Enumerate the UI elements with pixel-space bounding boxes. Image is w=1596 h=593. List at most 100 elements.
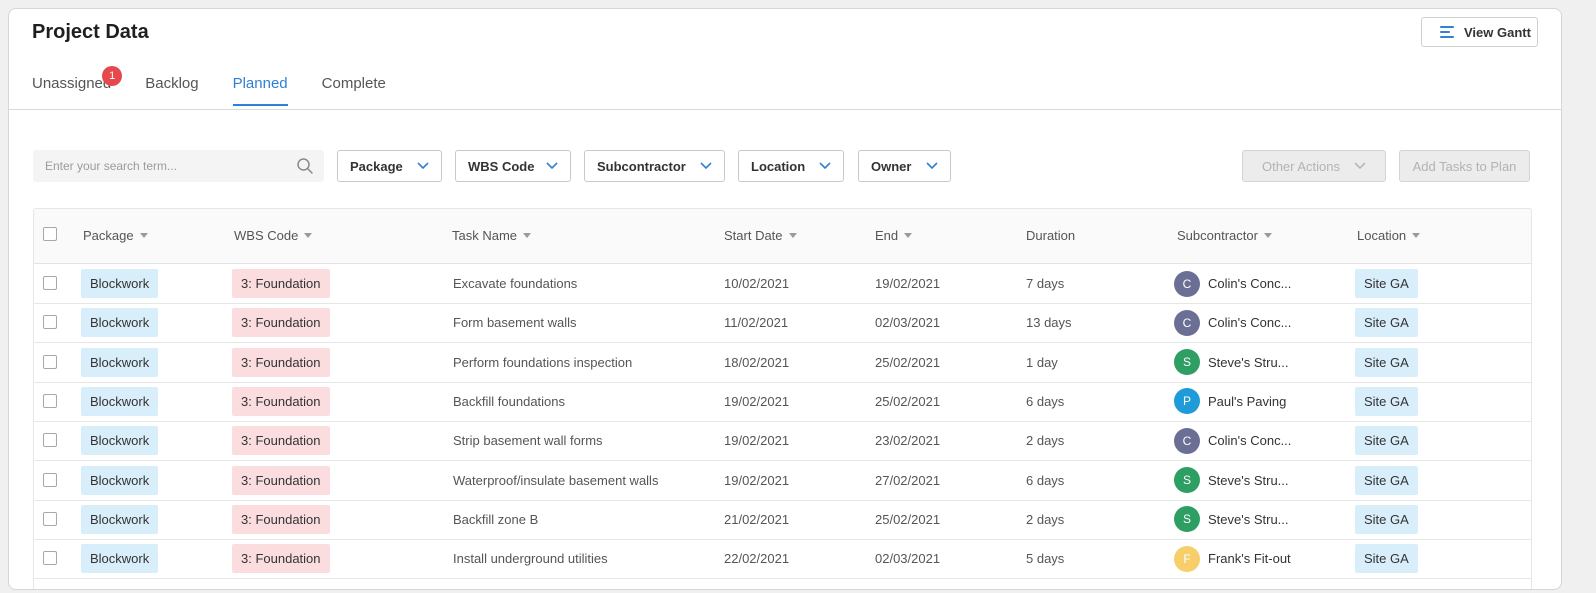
end-date-cell: 25/02/2021 bbox=[875, 511, 941, 527]
column-header-task-name[interactable]: Task Name bbox=[452, 228, 532, 243]
start-date-cell: 22/02/2021 bbox=[724, 551, 790, 567]
wbs-code-tag[interactable]: 3: Foundation bbox=[232, 269, 330, 298]
tab-label: Backlog bbox=[145, 75, 199, 92]
package-tag[interactable]: Blockwork bbox=[81, 386, 159, 416]
tab-planned[interactable]: Planned bbox=[232, 75, 288, 106]
task-name-cell[interactable]: Strip basement wall forms bbox=[453, 421, 603, 460]
row-checkbox[interactable] bbox=[43, 276, 57, 290]
row-checkbox[interactable] bbox=[43, 551, 57, 566]
package-tag[interactable]: Blockwork bbox=[81, 308, 159, 338]
row-checkbox[interactable] bbox=[43, 433, 57, 448]
start-date-cell: 19/02/2021 bbox=[724, 393, 790, 409]
wbs-code-tag[interactable]: 3: Foundation bbox=[232, 504, 330, 534]
duration-cell: 2 days bbox=[1026, 511, 1065, 527]
tab-backlog[interactable]: Backlog bbox=[145, 75, 198, 106]
subcontractor-cell[interactable]: S Steve's Stru... bbox=[1174, 500, 1289, 539]
package-tag[interactable]: Blockwork bbox=[81, 504, 159, 534]
subcontractor-name: Colin's Conc... bbox=[1208, 315, 1292, 331]
column-header-package[interactable]: Package bbox=[83, 228, 148, 243]
package-cell: Blockwork bbox=[81, 421, 159, 460]
column-header-end[interactable]: End bbox=[875, 228, 913, 243]
location-tag[interactable]: Site GA bbox=[1355, 308, 1418, 338]
column-header-location[interactable]: Location bbox=[1357, 228, 1421, 243]
subcontractor-name: Frank's Fit-out bbox=[1208, 551, 1291, 567]
column-label: WBS Code bbox=[234, 228, 299, 243]
tab-unassigned[interactable]: Unassigned 1 bbox=[32, 66, 123, 106]
table-row[interactable]: Blockwork 3: Foundation Form basement wall… bbox=[34, 303, 1531, 344]
package-tag[interactable]: Blockwork bbox=[81, 465, 159, 495]
table-row[interactable]: Blockwork 3: Foundation Strip basement wal… bbox=[34, 421, 1531, 462]
package-tag[interactable]: Blockwork bbox=[81, 347, 159, 377]
wbs-code-tag[interactable]: 3: Foundation bbox=[232, 465, 330, 495]
table-row[interactable]: Blockwork 3: Foundation Backfill foundatio… bbox=[34, 382, 1531, 422]
subcontractor-cell[interactable]: C Colin's Conc... bbox=[1174, 421, 1291, 460]
column-label: Subcontractor bbox=[1177, 228, 1258, 243]
subcontractor-cell[interactable]: C Colin's Conc... bbox=[1174, 264, 1291, 303]
wbs-code-tag[interactable]: 3: Foundation bbox=[232, 347, 330, 377]
column-label: Location bbox=[1357, 228, 1407, 243]
wbs-code-tag[interactable]: 3: Foundation bbox=[232, 386, 330, 416]
row-checkbox[interactable] bbox=[43, 511, 57, 526]
sort-caret-icon bbox=[304, 233, 313, 238]
subcontractor-cell[interactable]: F Frank's Fit-out bbox=[1174, 539, 1291, 578]
filter-package[interactable]: Package bbox=[337, 150, 442, 182]
task-name-cell[interactable]: Form basement walls bbox=[453, 303, 577, 342]
subcontractor-cell[interactable]: S Steve's Stru... bbox=[1174, 461, 1289, 500]
location-tag[interactable]: Site GA bbox=[1355, 386, 1418, 416]
table-row[interactable]: Blockwork 3: Foundation Waterproof/insulat… bbox=[34, 461, 1531, 501]
filter-owner[interactable]: Owner bbox=[858, 150, 951, 182]
task-name-cell[interactable]: Waterproof/insulate basement walls bbox=[453, 461, 658, 500]
location-tag[interactable]: Site GA bbox=[1355, 465, 1418, 495]
filter-label: Owner bbox=[871, 158, 912, 174]
location-tag[interactable]: Site GA bbox=[1355, 347, 1418, 377]
other-actions-label: Other Actions bbox=[1261, 158, 1341, 174]
task-name-cell[interactable]: Excavate foundations bbox=[453, 264, 577, 303]
table-row[interactable]: Blockwork 3: Foundation Excavate foundatio… bbox=[34, 264, 1531, 304]
end-date-cell: 02/03/2021 bbox=[875, 315, 941, 331]
add-tasks-to-plan-button[interactable]: Add Tasks to Plan bbox=[1399, 150, 1530, 182]
column-header-wbs-code[interactable]: WBS Code bbox=[234, 228, 313, 243]
duration-cell: 6 days bbox=[1026, 393, 1065, 409]
task-name-cell[interactable]: Perform foundations inspection bbox=[453, 343, 632, 382]
column-header-subcontractor[interactable]: Subcontractor bbox=[1177, 228, 1272, 243]
location-tag[interactable]: Site GA bbox=[1355, 269, 1418, 298]
chevron-down-icon bbox=[819, 162, 831, 170]
package-cell: Blockwork bbox=[81, 539, 159, 578]
table-row[interactable]: Blockwork 3: Foundation Perform foundation… bbox=[34, 343, 1531, 383]
wbs-code-tag[interactable]: 3: Foundation bbox=[232, 426, 330, 456]
package-tag[interactable]: Blockwork bbox=[81, 544, 159, 574]
tab-complete[interactable]: Complete bbox=[322, 75, 386, 106]
select-all-checkbox[interactable] bbox=[43, 227, 57, 241]
view-gantt-button[interactable]: View Gantt bbox=[1421, 17, 1538, 47]
wbs-code-tag[interactable]: 3: Foundation bbox=[232, 544, 330, 574]
row-checkbox[interactable] bbox=[43, 393, 57, 408]
subcontractor-cell[interactable]: P Paul's Paving bbox=[1174, 382, 1286, 421]
search-input[interactable] bbox=[43, 158, 296, 174]
row-checkbox[interactable] bbox=[43, 472, 57, 487]
avatar: S bbox=[1174, 349, 1200, 376]
subcontractor-cell[interactable]: S Steve's Stru... bbox=[1174, 343, 1289, 382]
end-date-cell: 25/02/2021 bbox=[875, 354, 941, 370]
row-checkbox[interactable] bbox=[43, 315, 57, 330]
search-icon[interactable] bbox=[296, 157, 314, 175]
location-tag[interactable]: Site GA bbox=[1355, 504, 1418, 534]
filter-wbs-code[interactable]: WBS Code bbox=[455, 150, 571, 182]
row-checkbox[interactable] bbox=[43, 354, 57, 369]
subcontractor-cell[interactable]: C Colin's Conc... bbox=[1174, 303, 1291, 342]
task-name-cell[interactable]: Backfill foundations bbox=[453, 382, 565, 421]
filter-location[interactable]: Location bbox=[738, 150, 844, 182]
package-tag[interactable]: Blockwork bbox=[81, 426, 159, 456]
task-name-cell[interactable]: Backfill zone B bbox=[453, 500, 538, 539]
location-tag[interactable]: Site GA bbox=[1355, 426, 1418, 456]
location-tag[interactable]: Site GA bbox=[1355, 544, 1418, 574]
other-actions-button[interactable]: Other Actions bbox=[1242, 150, 1386, 182]
filter-subcontractor[interactable]: Subcontractor bbox=[584, 150, 725, 182]
package-tag[interactable]: Blockwork bbox=[81, 269, 159, 298]
table-row[interactable]: Blockwork 3: Foundation Install undergroun… bbox=[34, 539, 1531, 580]
column-header-start-date[interactable]: Start Date bbox=[724, 228, 797, 243]
wbs-code-tag[interactable]: 3: Foundation bbox=[232, 308, 330, 338]
location-cell: Site GA bbox=[1355, 539, 1418, 578]
table-row[interactable]: Blockwork 3: Foundation Backfill zone B 21/… bbox=[34, 500, 1531, 540]
task-name-cell[interactable]: Install underground utilities bbox=[453, 539, 608, 578]
wbs-cell: 3: Foundation bbox=[232, 539, 330, 578]
